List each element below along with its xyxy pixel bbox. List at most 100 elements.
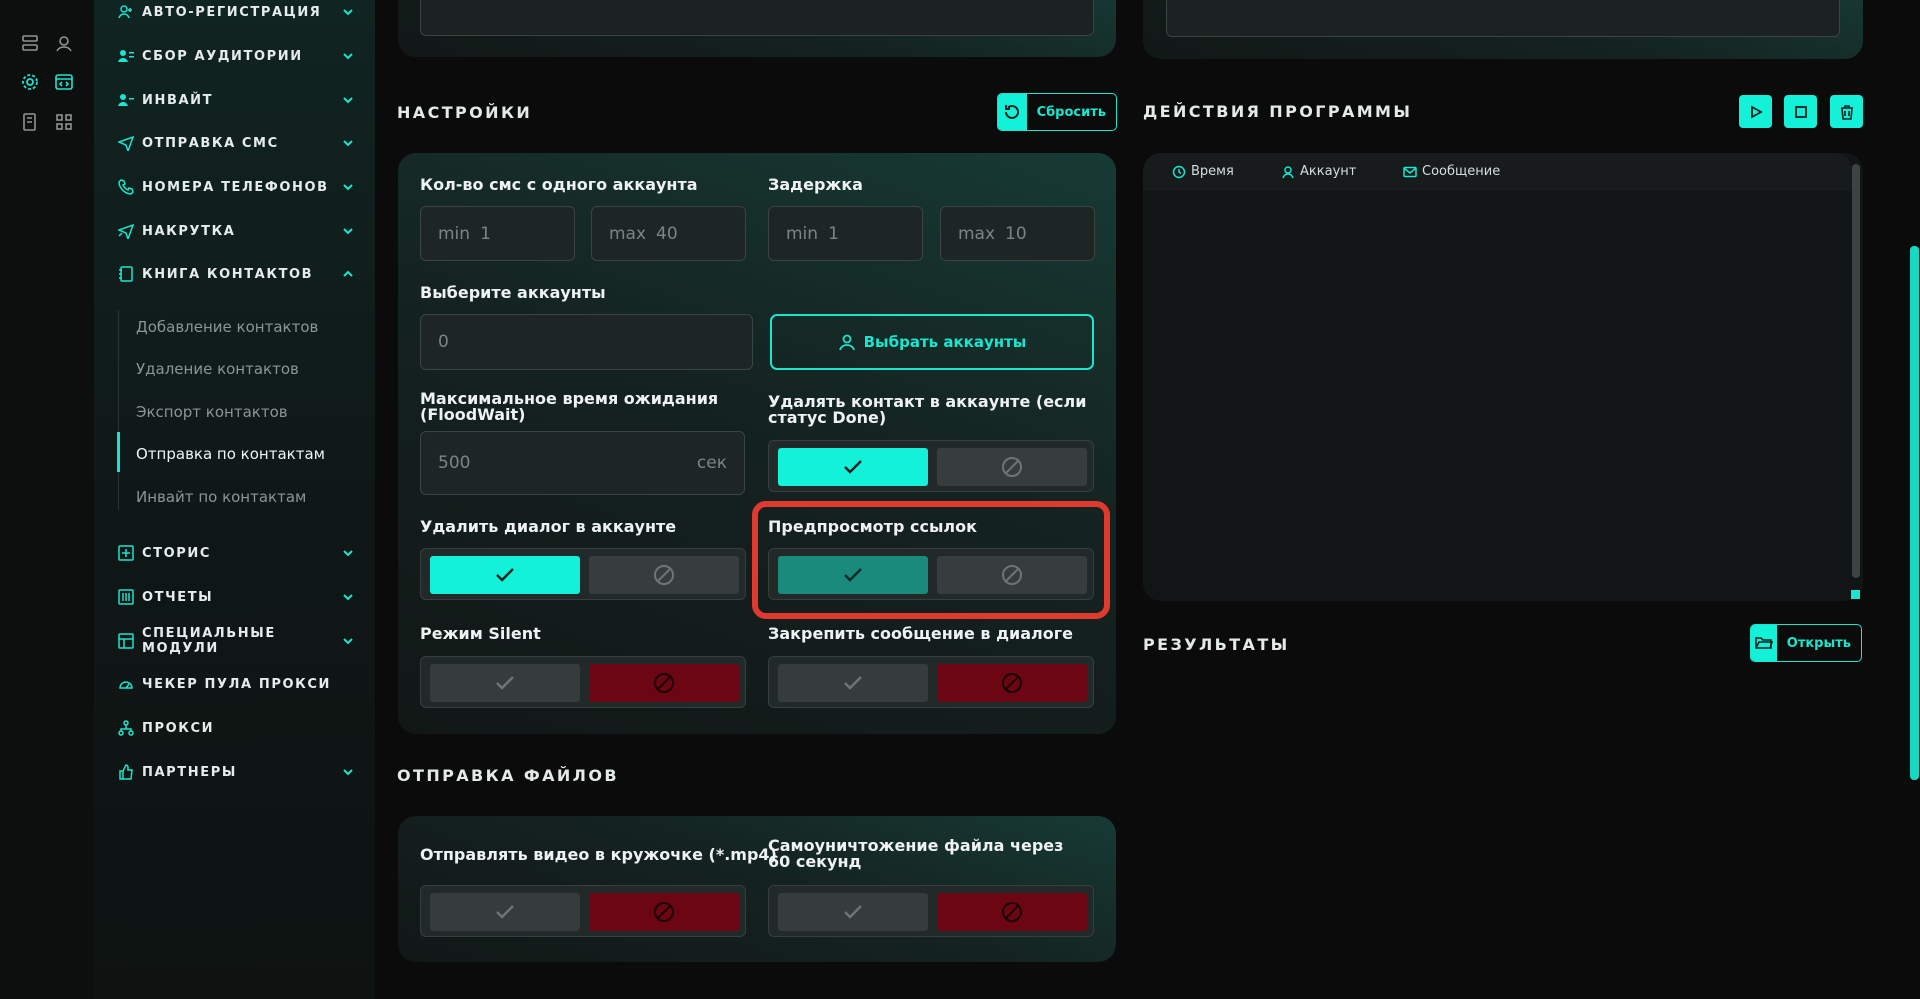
- page-scrollbar-thumb[interactable]: [1910, 246, 1919, 780]
- reset-button[interactable]: Сбросить: [997, 93, 1117, 131]
- check-icon: [496, 676, 514, 690]
- column-account[interactable]: Аккаунт: [1281, 164, 1356, 179]
- nav-auto-registration[interactable]: АВТО-РЕГИСТРАЦИЯ: [116, 0, 356, 27]
- toggle-yes[interactable]: [778, 448, 928, 486]
- gear-icon[interactable]: [18, 70, 42, 94]
- database-icon[interactable]: [18, 31, 42, 55]
- trash-icon: [1840, 104, 1853, 120]
- toggle-yes[interactable]: [778, 664, 928, 702]
- max-prefix: max: [958, 223, 996, 244]
- toggle-no[interactable]: [589, 893, 739, 931]
- nav-boost[interactable]: НАКРУТКА: [116, 216, 356, 246]
- nav-partners[interactable]: ПАРТНЕРЫ: [116, 757, 356, 787]
- chevron-down-icon[interactable]: [340, 4, 356, 20]
- nav-invite[interactable]: ИНВАЙТ: [116, 85, 356, 115]
- select-accounts-button[interactable]: Выбрать аккаунты: [770, 314, 1094, 370]
- contacts-book-icon: [116, 264, 136, 284]
- grid-icon[interactable]: [52, 110, 76, 134]
- nav-audience[interactable]: СБОР АУДИТОРИИ: [116, 41, 356, 71]
- phone-icon: [116, 177, 136, 197]
- toggle-yes[interactable]: [430, 893, 580, 931]
- column-message[interactable]: Сообщение: [1403, 164, 1500, 179]
- toggle-yes[interactable]: [430, 556, 580, 594]
- user-circle-icon[interactable]: [52, 31, 76, 55]
- column-label: Время: [1191, 164, 1234, 179]
- chevron-down-icon[interactable]: [340, 223, 356, 239]
- toggle-yes[interactable]: [430, 664, 580, 702]
- nav-special-modules[interactable]: СПЕЦИАЛЬНЫЕ МОДУЛИ: [116, 626, 356, 656]
- column-label: Сообщение: [1422, 164, 1501, 179]
- toggle-yes[interactable]: [778, 893, 928, 931]
- send-icon: [116, 133, 136, 153]
- self-destruct-label: Самоуничтожение файла через 60 секунд: [768, 836, 1064, 871]
- nav-phone-numbers[interactable]: НОМЕРА ТЕЛЕФОНОВ: [116, 172, 356, 202]
- users-icon: [116, 46, 136, 66]
- reset-label: Сбросить: [1036, 104, 1106, 120]
- column-time[interactable]: Время: [1172, 164, 1234, 179]
- chevron-up-icon[interactable]: [340, 266, 356, 282]
- toggle-no[interactable]: [589, 664, 739, 702]
- sms-max-input[interactable]: max 40: [591, 206, 746, 261]
- chevron-down-icon[interactable]: [340, 48, 356, 64]
- nav-stories[interactable]: СТОРИС: [116, 538, 356, 568]
- chevron-down-icon[interactable]: [340, 633, 356, 649]
- play-button[interactable]: [1739, 95, 1772, 128]
- min-prefix: min: [438, 223, 471, 244]
- stop-button[interactable]: [1784, 95, 1817, 128]
- toggle-no[interactable]: [589, 556, 739, 594]
- pin-message-label: Закрепить сообщение в диалоге: [768, 624, 1073, 643]
- accounts-count-value: 0: [438, 332, 449, 352]
- toggle-yes[interactable]: [778, 556, 928, 594]
- check-icon: [844, 905, 862, 919]
- nav-label: СПЕЦИАЛЬНЫЕ МОДУЛИ: [142, 626, 276, 656]
- sub-item-send-by-contacts[interactable]: Отправка по контактам: [136, 445, 325, 463]
- delay-max-input[interactable]: max 10: [940, 206, 1095, 261]
- sidebar: АВТО-РЕГИСТРАЦИЯ СБОР АУДИТОРИИ ИНВАЙТ О…: [94, 0, 375, 999]
- sub-item-export-contacts[interactable]: Экспорт контактов: [136, 403, 288, 421]
- sms-per-account-label: Кол-во смс с одного аккаунта: [420, 175, 698, 194]
- chevron-down-icon[interactable]: [340, 179, 356, 195]
- accounts-count-input[interactable]: 0: [420, 314, 753, 370]
- nav-label: КНИГА КОНТАКТОВ: [142, 266, 314, 282]
- open-results-button[interactable]: Открыть: [1750, 624, 1862, 662]
- delay-min-input[interactable]: min 1: [768, 206, 923, 261]
- toggle-no[interactable]: [937, 664, 1087, 702]
- sub-item-delete-contacts[interactable]: Удаление контактов: [136, 360, 299, 378]
- nav-proxy[interactable]: ПРОКСИ: [116, 713, 356, 743]
- chevron-down-icon[interactable]: [340, 92, 356, 108]
- nav-send-sms[interactable]: ОТПРАВКА СМС: [116, 128, 356, 158]
- resize-handle-icon[interactable]: [1851, 590, 1860, 599]
- floodwait-input[interactable]: 500 сек: [420, 431, 745, 495]
- toggle-no[interactable]: [937, 448, 1087, 486]
- ban-icon: [1002, 902, 1022, 922]
- code-window-icon[interactable]: [52, 70, 76, 94]
- stories-plus-icon: [116, 543, 136, 563]
- sub-item-invite-by-contacts[interactable]: Инвайт по контактам: [136, 488, 306, 506]
- toggle-no[interactable]: [937, 556, 1087, 594]
- clear-button[interactable]: [1830, 95, 1863, 128]
- nav-reports[interactable]: ОТЧЕТЫ: [116, 582, 356, 612]
- toggle-no[interactable]: [937, 893, 1087, 931]
- boost-send-icon: [116, 221, 136, 241]
- clock-icon: [1172, 165, 1186, 179]
- document-edit-icon[interactable]: [18, 110, 42, 134]
- check-icon: [844, 676, 862, 690]
- chevron-down-icon[interactable]: [340, 135, 356, 151]
- nav-proxy-checker[interactable]: ЧЕКЕР ПУЛА ПРОКСИ: [116, 669, 356, 699]
- pin-message-toggle: [768, 656, 1094, 708]
- log-scrollbar[interactable]: [1852, 164, 1860, 578]
- floodwait-value: 500: [438, 453, 471, 473]
- ban-icon: [654, 673, 674, 693]
- input-partial-right[interactable]: [1166, 0, 1840, 37]
- nav-label: ЧЕКЕР ПУЛА ПРОКСИ: [142, 676, 331, 692]
- sms-min-input[interactable]: min 1: [420, 206, 575, 261]
- silent-toggle: [420, 656, 746, 708]
- chevron-down-icon[interactable]: [340, 545, 356, 561]
- check-icon: [844, 568, 862, 582]
- nav-contacts-book[interactable]: КНИГА КОНТАКТОВ: [116, 259, 356, 289]
- chevron-down-icon[interactable]: [340, 764, 356, 780]
- mail-icon: [1403, 165, 1417, 179]
- chevron-down-icon[interactable]: [340, 589, 356, 605]
- textarea-partial[interactable]: [420, 0, 1094, 36]
- sub-item-add-contacts[interactable]: Добавление контактов: [136, 318, 318, 336]
